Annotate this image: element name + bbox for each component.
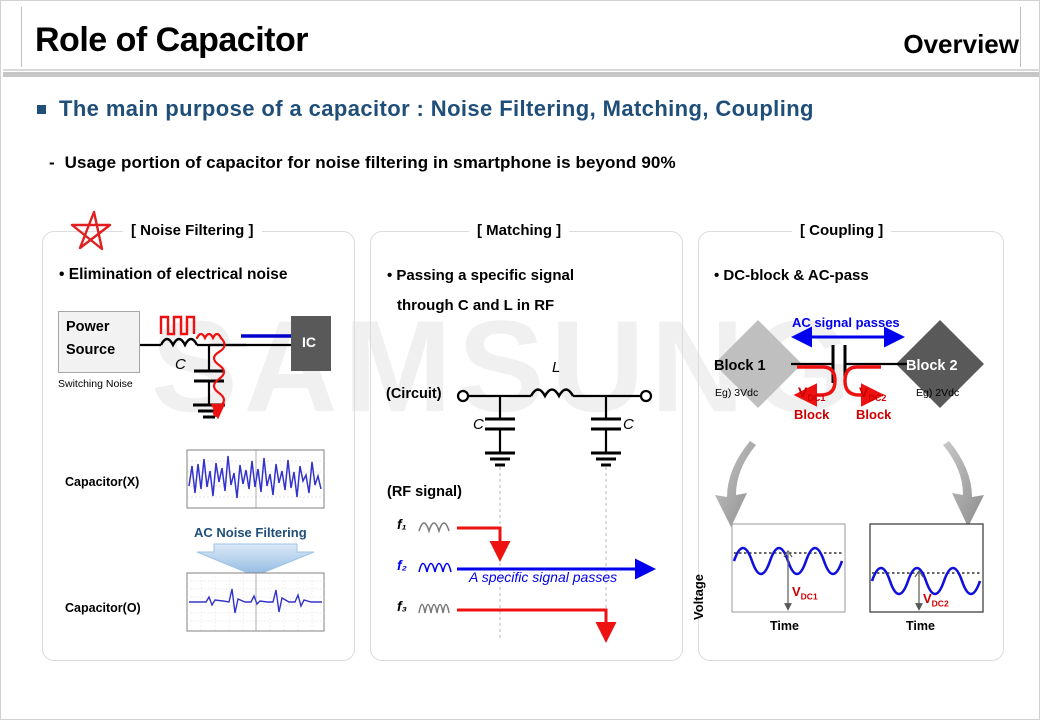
power-source-label-2: Source — [66, 342, 116, 358]
vdc1-subscript: DC1 — [807, 392, 826, 403]
circuit-label: (Circuit) — [386, 386, 442, 402]
capacitor-x-label: Capacitor(X) — [65, 475, 140, 489]
capacitor-o-label: Capacitor(O) — [65, 601, 141, 615]
slide-header: Role of Capacitor Overview — [1, 1, 1040, 77]
ic-label: IC — [302, 334, 316, 350]
header-divider-thin — [3, 69, 1039, 71]
dash-bullet-icon: - — [49, 153, 55, 172]
red-star-icon — [70, 210, 112, 251]
sub-bullet-text: Usage portion of capacitor for noise fil… — [64, 153, 676, 172]
header-left-rule — [21, 7, 22, 67]
header-divider-thick — [3, 72, 1039, 77]
ac-noise-filtering-label: AC Noise Filtering — [194, 525, 307, 540]
graph2-vdc-subscript: DC2 — [931, 598, 949, 609]
panel-coupling — [698, 231, 1004, 661]
time-axis-label-1: Time — [770, 619, 799, 633]
ac-signal-passes-label: AC signal passes — [792, 315, 900, 330]
matching-cap-left-label: C — [473, 416, 484, 433]
slide-root: SAMSUNG Role of Capacitor Overview The m… — [0, 0, 1040, 720]
page-title: Role of Capacitor — [35, 21, 308, 59]
main-bullet-text: The main purpose of a capacitor : Noise … — [59, 96, 814, 121]
block-note-2: Block — [856, 407, 892, 422]
panel-title-noise-filtering: [ Noise Filtering ] — [123, 222, 262, 239]
vdc1-main: V — [798, 384, 808, 400]
noise-heading: • Elimination of electrical noise — [59, 266, 288, 283]
graph1-vdc-main: V — [792, 584, 801, 599]
block-note-1: Block — [794, 407, 830, 422]
panel-title-coupling: [ Coupling ] — [792, 222, 892, 239]
inductor-label: L — [552, 359, 561, 376]
panel-noise-filtering — [42, 231, 355, 661]
specific-signal-passes-label: A specific signal passes — [469, 569, 618, 585]
matching-heading-2: through C and L in RF — [397, 297, 555, 314]
graph1-vdc-label: VDC1 — [792, 584, 818, 602]
eg-3vdc-label: Eg) 3Vdc — [715, 387, 759, 399]
graph1-vdc-subscript: DC1 — [800, 591, 818, 602]
panel-matching — [370, 231, 683, 661]
matching-cap-right-label: C — [623, 416, 634, 433]
block1-label: Block 1 — [714, 358, 766, 374]
graph2-vdc-label: VDC2 — [923, 591, 949, 609]
coupling-heading: • DC-block & AC-pass — [714, 267, 869, 284]
matching-heading-1: • Passing a specific signal — [387, 267, 574, 284]
f2-label: f₂ — [397, 557, 408, 573]
time-axis-label-2: Time — [906, 619, 935, 633]
vdc1-label: VDC1 — [798, 384, 825, 403]
header-right-rule — [1020, 7, 1021, 67]
vdc2-label: VDC2 — [859, 384, 886, 403]
panel-title-matching: [ Matching ] — [469, 222, 570, 239]
square-bullet-icon — [37, 104, 46, 114]
voltage-axis-label: Voltage — [691, 574, 706, 620]
main-bullet: The main purpose of a capacitor : Noise … — [37, 96, 814, 122]
vdc2-main: V — [859, 384, 869, 400]
f3-label: f₃ — [397, 598, 408, 614]
f1-label: f₁ — [397, 516, 407, 532]
rf-signal-label: (RF signal) — [387, 484, 462, 500]
power-source-label-1: Power — [66, 319, 110, 335]
block2-label: Block 2 — [906, 358, 958, 374]
switching-noise-label: Switching Noise — [58, 378, 133, 390]
vdc2-subscript: DC2 — [868, 392, 887, 403]
noise-cap-label: C — [175, 356, 186, 373]
graph2-vdc-main: V — [923, 591, 932, 606]
eg-2vdc-label: Eg) 2Vdc — [916, 387, 960, 399]
sub-bullet: - Usage portion of capacitor for noise f… — [49, 153, 676, 173]
section-tag: Overview — [903, 29, 1019, 59]
